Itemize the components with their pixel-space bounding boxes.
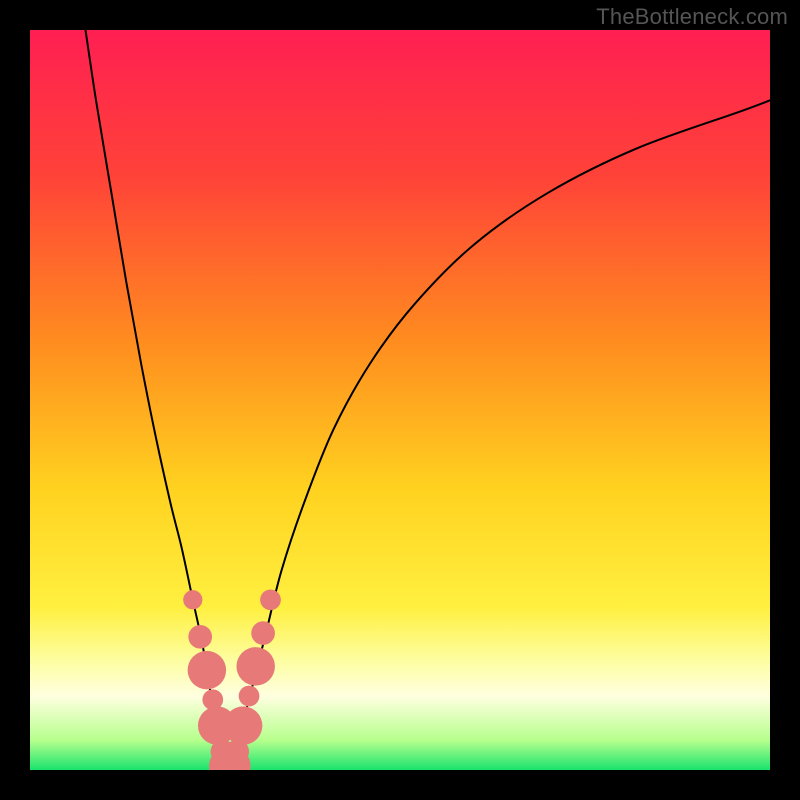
chart-frame: TheBottleneck.com <box>0 0 800 800</box>
marker-point <box>251 621 275 645</box>
marker-point <box>183 590 202 609</box>
marker-point <box>260 589 281 610</box>
marker-point <box>236 647 274 685</box>
marker-point <box>224 706 262 744</box>
curves-layer <box>30 30 770 770</box>
plot-area <box>30 30 770 770</box>
watermark-text: TheBottleneck.com <box>596 4 788 30</box>
right-curve <box>234 100 771 770</box>
marker-point <box>239 686 260 707</box>
marker-point <box>188 625 212 649</box>
highlighted-points <box>183 589 281 770</box>
marker-point <box>188 651 226 689</box>
